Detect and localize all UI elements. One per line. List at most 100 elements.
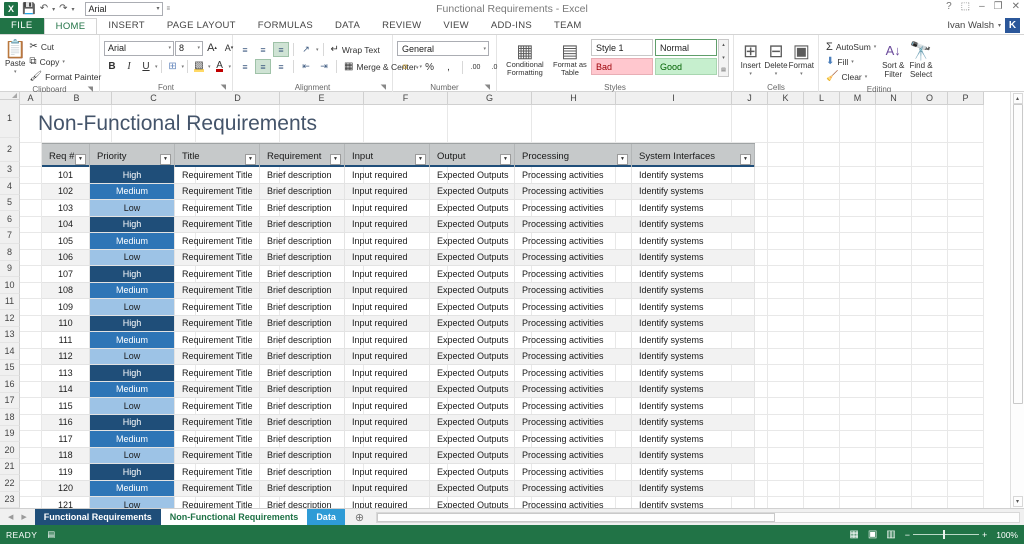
table-cell-output[interactable]: Expected Outputs [430,217,515,234]
grid-viewport[interactable]: ABCDEFGHIJKLMNOP Non-Functional Requirem… [20,92,1010,508]
tab-review[interactable]: REVIEW [371,18,432,34]
grid-cell[interactable] [912,316,948,333]
fill-color-dropdown-icon[interactable]: ▾ [208,64,211,70]
table-row[interactable]: 110HighRequirement TitleBrief descriptio… [42,316,755,333]
table-cell-title[interactable]: Requirement Title [175,283,260,300]
row-header-1[interactable]: 1 [0,100,20,138]
grid-cell[interactable] [876,184,912,201]
table-cell-interfaces[interactable]: Identify systems [632,299,755,316]
grid-cell[interactable] [948,200,984,217]
table-cell-title[interactable]: Requirement Title [175,250,260,267]
grid-cell[interactable] [840,167,876,184]
filter-dropdown-icon[interactable]: ▼ [740,154,751,165]
column-header-e[interactable]: E [280,92,364,105]
table-cell-input[interactable]: Input required [345,497,430,508]
grid-cell[interactable] [948,448,984,465]
table-cell-input[interactable]: Input required [345,431,430,448]
grid-cell[interactable] [876,481,912,498]
chevron-down-icon[interactable]: ▾ [775,70,778,79]
table-cell-priority[interactable]: Medium [90,283,175,300]
table-cell-interfaces[interactable]: Identify systems [632,497,755,508]
filter-dropdown-icon[interactable]: ▼ [75,154,86,165]
table-cell-output[interactable]: Expected Outputs [430,184,515,201]
table-cell-input[interactable]: Input required [345,398,430,415]
table-cell-req[interactable]: 103 [42,200,90,217]
wrap-text-button[interactable]: ↵ Wrap Text [328,42,383,57]
table-cell-title[interactable]: Requirement Title [175,431,260,448]
table-cell-priority[interactable]: Medium [90,332,175,349]
table-row[interactable]: 107HighRequirement TitleBrief descriptio… [42,266,755,283]
number-format-box[interactable]: General ▾ [397,41,489,56]
table-cell-interfaces[interactable]: Identify systems [632,283,755,300]
grid-cell[interactable] [20,184,42,201]
grid-cell[interactable] [804,398,840,415]
borders-icon[interactable]: ⊞ [165,59,181,75]
table-cell-requirement[interactable]: Brief description [260,398,345,415]
table-cell-input[interactable]: Input required [345,299,430,316]
align-bottom-button[interactable]: ≡ [273,42,289,57]
style-cell-good[interactable]: Good [655,58,717,75]
column-header-f[interactable]: F [364,92,448,105]
table-row[interactable]: 114MediumRequirement TitleBrief descript… [42,382,755,399]
row-header-10[interactable]: 10 [0,277,20,294]
grid-cell[interactable] [840,431,876,448]
decrease-indent-icon[interactable]: ⇤ [298,59,314,74]
table-header-cell[interactable]: Title▼ [175,144,260,168]
borders-dropdown-icon[interactable]: ▾ [182,64,185,70]
grid-cell[interactable] [20,415,42,432]
row-header-5[interactable]: 5 [0,195,20,212]
table-cell-processing[interactable]: Processing activities [515,398,632,415]
table-row[interactable]: 108MediumRequirement TitleBrief descript… [42,283,755,300]
table-cell-input[interactable]: Input required [345,464,430,481]
table-header-cell[interactable]: Req #▼ [42,144,90,168]
table-cell-requirement[interactable]: Brief description [260,415,345,432]
table-cell-output[interactable]: Expected Outputs [430,497,515,508]
sheet-nav-arrows[interactable]: ◀ ▶ [0,509,35,525]
filter-dropdown-icon[interactable]: ▼ [617,154,628,165]
grid-cell[interactable] [876,233,912,250]
table-cell-requirement[interactable]: Brief description [260,332,345,349]
grid-cell[interactable] [20,481,42,498]
delete-cells-button[interactable]: ⊟ Delete ▾ [763,39,788,79]
table-cell-interfaces[interactable]: Identify systems [632,464,755,481]
grid-cell[interactable] [768,448,804,465]
table-header-cell[interactable]: Output▼ [430,144,515,168]
tab-formulas[interactable]: FORMULAS [247,18,324,34]
grid-cell[interactable] [768,266,804,283]
zoom-in-button[interactable]: + [982,530,987,540]
grid-cell[interactable] [948,233,984,250]
tab-view[interactable]: VIEW [432,18,479,34]
bold-button[interactable]: B [104,59,120,75]
page-break-preview-button[interactable]: ▥ [886,530,895,540]
table-row[interactable]: 106LowRequirement TitleBrief description… [42,250,755,267]
chevron-down-icon[interactable]: ▾ [865,74,868,80]
table-cell-interfaces[interactable]: Identify systems [632,349,755,366]
style-cell-style-1[interactable]: Style 1 [591,39,653,56]
table-cell-req[interactable]: 110 [42,316,90,333]
styles-gallery-scrollbar[interactable]: ▴ ▾ ▤ [718,39,729,77]
chevron-down-icon[interactable]: ▾ [168,45,171,51]
tab-add-ins[interactable]: ADD-INS [480,18,543,34]
grid-cell[interactable] [876,497,912,508]
grid-cell[interactable] [768,398,804,415]
grid-cell[interactable] [804,365,840,382]
grid-cell[interactable] [768,299,804,316]
add-sheet-icon[interactable]: ⊕ [345,509,374,525]
table-cell-output[interactable]: Expected Outputs [430,316,515,333]
table-cell-processing[interactable]: Processing activities [515,365,632,382]
grid-cell[interactable] [768,105,804,143]
restore-icon[interactable]: ❐ [994,1,1003,12]
grid-cell[interactable] [912,349,948,366]
chevron-down-icon[interactable]: ▾ [800,70,803,79]
grid-cell[interactable] [912,365,948,382]
row-header-2[interactable]: 2 [0,138,20,162]
align-left-button[interactable]: ≡ [237,59,253,74]
grid-cell[interactable] [804,481,840,498]
table-cell-priority[interactable]: Low [90,250,175,267]
table-cell-priority[interactable]: Low [90,349,175,366]
grid-cell[interactable] [912,217,948,234]
table-cell-interfaces[interactable]: Identify systems [632,250,755,267]
table-cell-requirement[interactable]: Brief description [260,497,345,508]
vertical-scroll-thumb[interactable] [1013,104,1023,404]
grid-cell[interactable] [948,398,984,415]
